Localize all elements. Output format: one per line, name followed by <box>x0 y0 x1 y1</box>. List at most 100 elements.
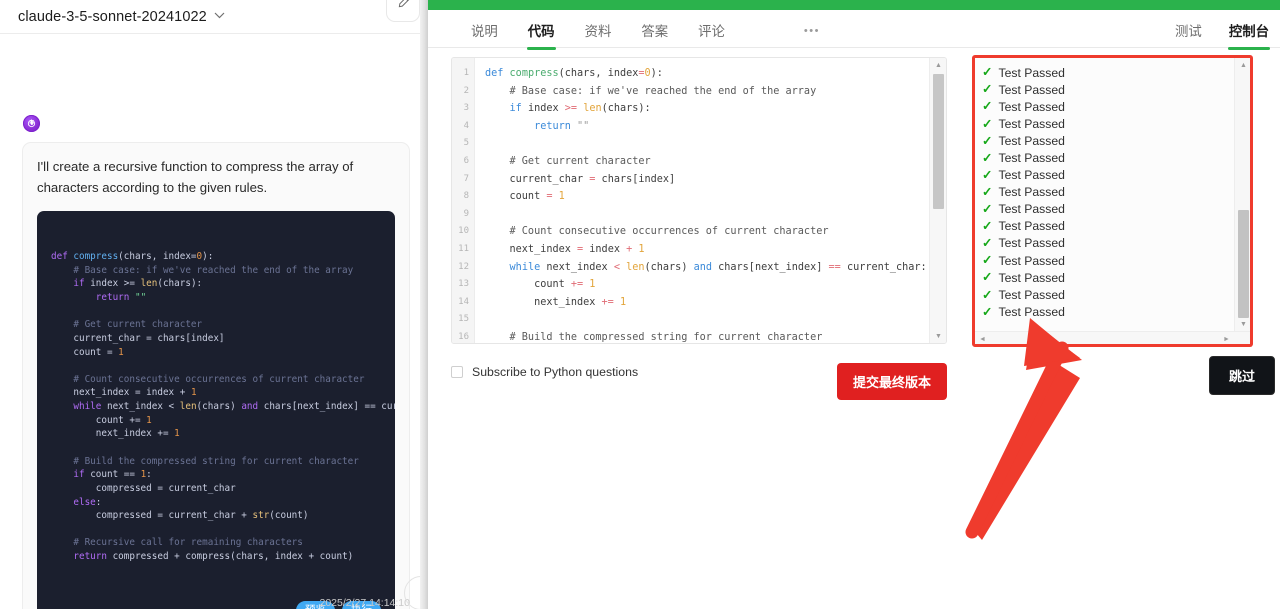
editor-vertical-scrollbar[interactable]: ▲ ▼ <box>929 58 946 343</box>
line-number: 11 <box>458 243 469 254</box>
code-line: count += 1 <box>485 279 596 291</box>
console-log-text: Test Passed <box>998 116 1065 131</box>
code-line: compressed = current_char <box>51 482 236 494</box>
code-line: while next_index < len(chars) and chars[… <box>73 401 395 413</box>
line-number: 3 <box>463 103 469 114</box>
assistant-message-bubble: I'll create a recursive function to comp… <box>22 142 410 609</box>
console-scroll-down-arrow-icon[interactable]: ▼ <box>1235 317 1251 331</box>
line-number: 15 <box>458 314 469 325</box>
code-line: return compressed + compress(chars, inde… <box>73 551 354 563</box>
console-scroll-right-arrow-icon[interactable]: ► <box>1219 332 1234 346</box>
scrollbar-thumb[interactable] <box>933 74 944 209</box>
console-log-row: ✓ Test Passed <box>982 132 1234 149</box>
scroll-down-arrow-icon[interactable]: ▼ <box>930 329 946 343</box>
code-line: if index >= len(chars): <box>509 103 651 115</box>
console-vertical-scrollbar[interactable]: ▲ ▼ <box>1234 58 1251 331</box>
check-icon: ✓ <box>982 150 993 165</box>
edit-button[interactable] <box>386 0 420 22</box>
line-number: 7 <box>463 173 469 184</box>
console-log-text: Test Passed <box>998 151 1065 166</box>
skip-button[interactable]: 跳过 <box>1209 356 1276 395</box>
console-scroll-up-arrow-icon[interactable]: ▲ <box>1235 58 1251 72</box>
code-line: count = 1 <box>485 191 565 203</box>
console-log-row: ✓ Test Passed <box>982 167 1234 184</box>
app-screen: claude-3-5-sonnet-20241022 I'll create a… <box>0 0 1280 609</box>
console-log-text: Test Passed <box>998 202 1065 217</box>
check-icon: ✓ <box>982 253 993 268</box>
submit-final-version-button[interactable]: 提交最终版本 <box>836 363 947 400</box>
editor-controls: Subscribe to Python questions 提交最终版本 <box>451 359 947 400</box>
code-line: count = 1 <box>51 346 124 358</box>
chat-header: claude-3-5-sonnet-20241022 <box>0 0 420 34</box>
message-timestamp: 2025/2/27 14:14:10 <box>319 597 410 609</box>
code-line: compressed = current_char + str(count) <box>51 510 309 522</box>
console-log-text: Test Passed <box>998 270 1065 285</box>
console-scroll-left-arrow-icon[interactable]: ◄ <box>975 332 990 346</box>
code-line: else: <box>73 496 102 508</box>
code-line: # Count consecutive occurrences of curre… <box>51 373 365 385</box>
chat-panel: claude-3-5-sonnet-20241022 I'll create a… <box>0 0 428 609</box>
chat-code-content: def compress(chars, index=0): # Base cas… <box>51 250 395 564</box>
line-number: 13 <box>458 279 469 290</box>
primary-tabs: 说明 代码 资料 答案 评论 <box>471 10 755 50</box>
console-log-text: Test Passed <box>998 185 1065 200</box>
exercise-panel: 说明 代码 资料 答案 评论 ••• 测试 控制台 1 2 3 4 5 6 7 8 9 10 11 12 13 14… <box>428 10 1280 609</box>
console-log-text: Test Passed <box>998 133 1065 148</box>
editor-code-content[interactable]: def compress(chars, index=0): # Base cas… <box>475 58 929 343</box>
check-icon: ✓ <box>982 287 993 302</box>
tab-bar: 说明 代码 资料 答案 评论 ••• 测试 控制台 <box>428 10 1280 50</box>
console-log-row: ✓ Test Passed <box>982 252 1234 269</box>
chevron-down-icon[interactable] <box>214 11 225 22</box>
console-horizontal-scrollbar[interactable]: ◄ ► <box>975 331 1251 346</box>
model-selector-label[interactable]: claude-3-5-sonnet-20241022 <box>18 9 207 25</box>
code-line: next_index = index + 1 <box>51 387 197 399</box>
code-line: current_char = chars[index] <box>51 332 225 344</box>
scroll-up-arrow-icon[interactable]: ▲ <box>930 58 946 72</box>
code-line: # Get current character <box>51 319 203 331</box>
code-line: # Build the compressed string for curren… <box>485 331 823 343</box>
panel-divider[interactable] <box>420 0 428 609</box>
tab-1[interactable]: 代码 <box>526 10 556 50</box>
tab-4[interactable]: 评论 <box>698 10 725 49</box>
check-icon: ✓ <box>982 304 993 319</box>
panel-tab-1[interactable]: 控制台 <box>1227 10 1271 50</box>
line-number: 6 <box>463 155 469 166</box>
line-number: 8 <box>463 191 469 202</box>
console-log-row: ✓ Test Passed <box>982 269 1234 286</box>
panel-tab-0[interactable]: 测试 <box>1175 10 1202 49</box>
code-line: current_char = chars[index] <box>485 173 676 185</box>
code-line: # Base case: if we've reached the end of… <box>485 85 817 97</box>
line-number: 12 <box>458 261 469 272</box>
console-output[interactable]: ✓ Test Passed ✓ Test Passed ✓ Test Passed ✓ Tes… <box>974 57 1252 347</box>
console-log-row: ✓ Test Passed <box>982 81 1234 98</box>
console-log-text: Test Passed <box>998 287 1065 302</box>
code-line: return "" <box>95 291 147 303</box>
console-log-text: Test Passed <box>998 219 1065 234</box>
console-log-text: Test Passed <box>998 65 1065 80</box>
console-scrollbar-thumb[interactable] <box>1238 210 1249 318</box>
chat-code-block: def compress(chars, index=0): # Base cas… <box>37 210 395 609</box>
console-log-row: ✓ Test Passed <box>982 149 1234 166</box>
check-icon: ✓ <box>982 202 993 217</box>
subscribe-checkbox[interactable] <box>451 366 463 378</box>
tab-3[interactable]: 答案 <box>641 10 668 49</box>
console-log-row: ✓ Test Passed <box>982 115 1234 132</box>
check-icon: ✓ <box>982 82 993 97</box>
check-icon: ✓ <box>982 116 993 131</box>
code-line: next_index = index + 1 <box>485 243 645 255</box>
code-editor[interactable]: 1 2 3 4 5 6 7 8 9 10 11 12 13 14 15 16 def compress(cha… <box>451 57 947 344</box>
tab-0[interactable]: 说明 <box>471 10 498 49</box>
code-line: next_index += 1 <box>485 296 627 308</box>
tab-2[interactable]: 资料 <box>585 10 612 49</box>
console-log-text: Test Passed <box>998 253 1065 268</box>
brand-top-bar <box>428 0 1280 10</box>
console-log-text: Test Passed <box>998 168 1065 183</box>
overflow-menu-icon[interactable]: ••• <box>804 10 820 37</box>
subscribe-label: Subscribe to Python questions <box>472 365 639 379</box>
code-line: # Count consecutive occurrences of curre… <box>485 226 829 238</box>
line-number: 10 <box>458 226 469 237</box>
code-line: def compress(chars, index=0): <box>51 251 214 263</box>
